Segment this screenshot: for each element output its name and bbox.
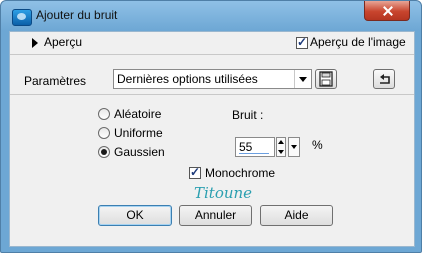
ok-button[interactable]: OK <box>98 205 172 226</box>
close-button[interactable] <box>364 1 410 21</box>
parameters-label: Paramètres <box>24 74 87 88</box>
preview-checkbox[interactable] <box>296 35 308 49</box>
window-title: Ajouter du bruit <box>36 8 118 22</box>
preview-bar: Aperçu Aperçu de l'image <box>13 32 411 54</box>
noise-slider-dropdown[interactable] <box>288 137 300 157</box>
dialog-window: Ajouter du bruit Aperçu Aperçu de l'imag… <box>0 0 422 253</box>
watermark-signature: Titoune <box>194 184 252 202</box>
gaussian-radio[interactable] <box>98 146 110 158</box>
help-button[interactable]: Aide <box>260 205 333 226</box>
gaussian-radio-label[interactable]: Gaussien <box>114 145 165 159</box>
watermark-text: Titoune <box>194 184 252 202</box>
uniform-radio[interactable] <box>98 127 110 139</box>
random-radio-label[interactable]: Aléatoire <box>114 107 161 121</box>
random-radio[interactable] <box>98 108 110 120</box>
dialog-client-area: Aperçu Aperçu de l'image Paramètres Dern… <box>9 31 415 247</box>
preview-checkbox-label[interactable]: Aperçu de l'image <box>310 35 406 49</box>
reset-icon <box>380 74 390 84</box>
chevron-down-icon[interactable] <box>294 70 311 88</box>
save-preset-button[interactable] <box>315 69 337 89</box>
cancel-button[interactable]: Annuler <box>179 205 252 226</box>
save-icon <box>319 71 333 87</box>
divider <box>10 94 414 95</box>
noise-value: 55 <box>239 140 253 154</box>
preset-dropdown[interactable]: Dernières options utilisées <box>113 69 312 89</box>
reset-preset-button[interactable] <box>373 69 395 89</box>
preview-toggle-label[interactable]: Aperçu <box>44 35 82 49</box>
noise-unit: % <box>312 138 323 152</box>
noise-input[interactable]: 55 <box>235 137 275 157</box>
divider <box>10 54 414 55</box>
monochrome-label[interactable]: Monochrome <box>205 166 275 180</box>
preset-dropdown-value: Dernières options utilisées <box>117 72 258 86</box>
noise-label: Bruit : <box>232 108 264 122</box>
title-bar[interactable]: Ajouter du bruit <box>1 1 421 31</box>
expand-preview-icon[interactable] <box>32 38 38 48</box>
app-icon <box>12 9 32 26</box>
monochrome-checkbox[interactable] <box>189 165 201 179</box>
uniform-radio-label[interactable]: Uniforme <box>114 126 163 140</box>
noise-spinner[interactable] <box>276 137 286 157</box>
